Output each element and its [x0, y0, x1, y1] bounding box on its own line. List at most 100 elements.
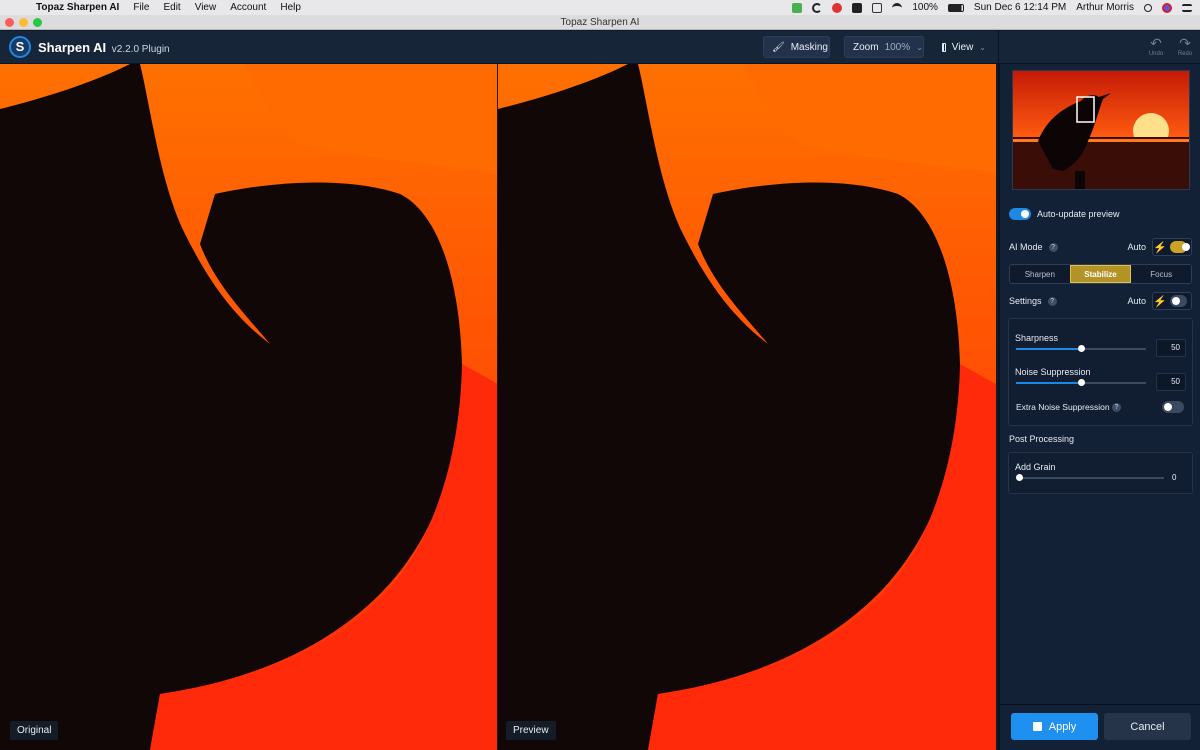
window-title: Topaz Sharpen AI: [560, 17, 640, 28]
post-processing-box: Add Grain 0: [1008, 452, 1193, 494]
auto-update-label: Auto-update preview: [1037, 209, 1120, 219]
extra-noise-help-icon[interactable]: ?: [1112, 403, 1121, 412]
settings-auto: Auto ⚡: [1127, 292, 1192, 310]
lightning-icon: ⚡: [1153, 295, 1167, 308]
auto-update-toggle[interactable]: [1009, 208, 1031, 220]
image-canvas[interactable]: Original Preview: [0, 64, 996, 750]
noise-suppression-value-input[interactable]: 50: [1156, 373, 1186, 391]
chevron-down-icon: ⌄: [916, 42, 923, 52]
lightning-icon: ⚡: [1153, 241, 1167, 254]
battery-percent: 100%: [912, 2, 938, 13]
status-s-icon[interactable]: [792, 2, 803, 13]
menu-account[interactable]: Account: [230, 2, 266, 13]
undo-arrow-icon: ↶: [1150, 35, 1162, 51]
ai-mode-label: AI Mode: [1009, 242, 1043, 252]
menubar-clock[interactable]: Sun Dec 6 12:14 PM: [974, 2, 1066, 13]
settings-label: Settings: [1009, 296, 1042, 306]
menu-edit[interactable]: Edit: [163, 2, 180, 13]
preview-image: [498, 64, 996, 750]
apply-icon: [1032, 722, 1042, 731]
window-titlebar: Topaz Sharpen AI: [0, 15, 1200, 30]
auto-update-row: Auto-update preview: [1009, 208, 1120, 220]
battery-icon[interactable]: [947, 3, 964, 12]
status-box-icon[interactable]: [872, 2, 883, 13]
ai-mode-auto-toggle-box[interactable]: ⚡: [1152, 238, 1192, 256]
notification-center-icon[interactable]: [1182, 3, 1192, 12]
undo-label: Undo: [1148, 51, 1164, 57]
chevron-down-icon: ⌄: [979, 42, 986, 52]
noise-suppression-slider[interactable]: [1016, 379, 1146, 386]
ai-mode-auto-label: Auto: [1127, 242, 1146, 252]
macos-menubar: Topaz Sharpen AI File Edit View Account …: [0, 0, 1200, 15]
zoom-dropdown[interactable]: Zoom 100% ⌄: [844, 36, 924, 58]
menu-view[interactable]: View: [195, 2, 217, 13]
masking-label: Masking: [790, 41, 828, 53]
add-grain-label: Add Grain: [1015, 462, 1056, 472]
window-zoom-button[interactable]: [33, 18, 42, 27]
ai-mode-auto: Auto ⚡: [1127, 238, 1192, 256]
split-view-icon: [942, 42, 946, 52]
sharpness-label: Sharpness: [1015, 333, 1059, 343]
preview-label: Preview: [506, 721, 556, 740]
zoom-value: 100%: [884, 41, 911, 53]
menu-app-name[interactable]: Topaz Sharpen AI: [36, 2, 119, 13]
malwarebytes-icon[interactable]: [852, 2, 863, 13]
settings-auto-toggle[interactable]: [1169, 295, 1187, 307]
mode-focus-button[interactable]: Focus: [1131, 265, 1191, 283]
footer-divider: [1000, 704, 1200, 705]
sharpness-slider[interactable]: [1016, 345, 1146, 352]
original-image: [0, 64, 498, 750]
brand-version: v2.2.0 Plugin: [111, 44, 170, 55]
view-label: View: [951, 41, 974, 53]
ai-mode-help-icon[interactable]: ?: [1048, 242, 1058, 252]
post-processing-title: Post Processing: [1009, 434, 1075, 444]
siri-icon[interactable]: [1162, 2, 1172, 13]
ai-mode-selector: Sharpen Stabilize Focus: [1009, 264, 1192, 284]
menu-help[interactable]: Help: [280, 2, 301, 13]
settings-sliders-box: Sharpness 50 Noise Suppression 50 Extra …: [1008, 318, 1193, 426]
extra-noise-suppression-toggle[interactable]: [1162, 401, 1184, 413]
status-c-icon[interactable]: [812, 2, 823, 13]
ai-mode-row: AI Mode ?: [1009, 242, 1058, 252]
settings-auto-toggle-box[interactable]: ⚡: [1152, 292, 1192, 310]
brush-icon: 🖌: [772, 41, 785, 53]
add-grain-slider[interactable]: [1016, 474, 1164, 481]
view-dropdown[interactable]: View ⌄: [934, 36, 994, 58]
menubar-user[interactable]: Arthur Morris: [1076, 2, 1134, 13]
sharpness-value-input[interactable]: 50: [1156, 339, 1186, 357]
settings-row: Settings ?: [1009, 296, 1057, 306]
redo-arrow-icon: ↷: [1179, 35, 1191, 51]
wifi-icon[interactable]: [892, 2, 903, 13]
ai-mode-auto-toggle[interactable]: [1169, 241, 1190, 253]
mode-sharpen-button[interactable]: Sharpen: [1010, 265, 1070, 283]
brand-name: Sharpen AI: [38, 40, 107, 55]
undo-button[interactable]: ↶ Undo: [1144, 35, 1168, 57]
navigator-image: [1013, 71, 1189, 189]
menu-file[interactable]: File: [133, 2, 149, 13]
apply-label: Apply: [1048, 720, 1077, 733]
redo-button[interactable]: ↷ Redo: [1173, 35, 1197, 57]
app-brand: Sharpen AI v2.2.0 Plugin: [38, 40, 170, 55]
spotlight-search-icon[interactable]: [1144, 3, 1152, 12]
original-pane[interactable]: Original: [0, 64, 498, 750]
extra-noise-suppression-label: Extra Noise Suppression: [1016, 402, 1110, 412]
cancel-button[interactable]: Cancel: [1104, 713, 1191, 740]
add-grain-value: 0: [1172, 473, 1177, 482]
settings-panel: Auto-update preview AI Mode ? Auto ⚡ Sha…: [998, 64, 1200, 750]
cancel-label: Cancel: [1130, 720, 1165, 733]
original-label: Original: [10, 721, 59, 740]
zoom-label: Zoom: [853, 41, 879, 53]
redo-label: Redo: [1177, 51, 1193, 57]
settings-help-icon[interactable]: ?: [1047, 296, 1057, 306]
creative-cloud-icon[interactable]: [832, 2, 843, 13]
masking-button[interactable]: 🖌 Masking: [763, 36, 830, 58]
window-close-button[interactable]: [5, 18, 14, 27]
toolbar-divider: [998, 31, 999, 64]
mode-stabilize-button[interactable]: Stabilize: [1069, 265, 1132, 283]
window-minimize-button[interactable]: [19, 18, 28, 27]
preview-pane[interactable]: Preview: [498, 64, 996, 750]
noise-suppression-label: Noise Suppression: [1015, 367, 1091, 377]
apply-button[interactable]: Apply: [1011, 713, 1098, 740]
navigator-thumbnail[interactable]: [1012, 70, 1190, 190]
topaz-logo-icon: S: [9, 36, 31, 58]
